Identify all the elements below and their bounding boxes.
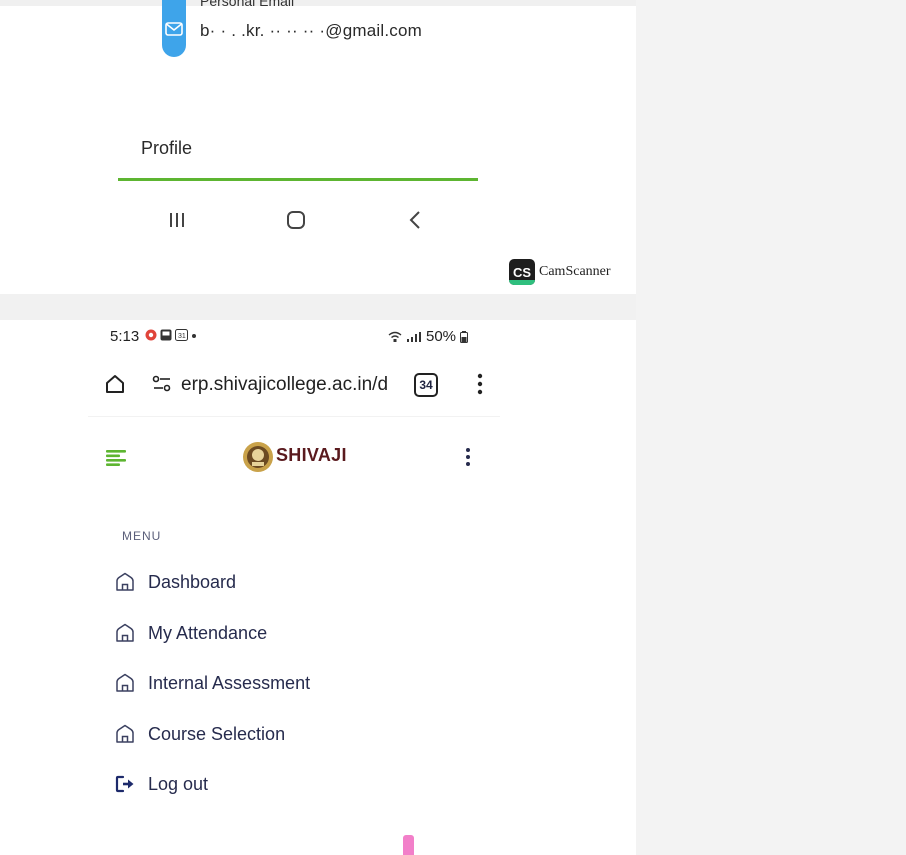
calendar-icon: 31 (175, 329, 188, 341)
back-icon[interactable] (404, 206, 426, 234)
camscanner-watermark: CamScanner (539, 264, 611, 279)
menu-item-my-attendance[interactable]: My Attendance (114, 620, 267, 646)
mail-badge (162, 0, 186, 57)
status-time: 5:13 (110, 328, 140, 345)
status-right: 50% (388, 328, 469, 345)
home-icon[interactable] (285, 206, 307, 234)
menu-item-course-selection[interactable]: Course Selection (114, 721, 285, 747)
hamburger-menu-icon[interactable] (106, 450, 128, 471)
recent-apps-icon[interactable] (166, 206, 188, 234)
email-label: Personal Email (200, 0, 295, 9)
tab-switcher-button[interactable]: 34 (414, 373, 438, 397)
signal-icon (407, 331, 421, 342)
menu-item-dashboard[interactable]: Dashboard (114, 569, 236, 595)
wifi-call-icon (388, 331, 402, 342)
site-settings-icon[interactable] (152, 375, 172, 398)
url-field[interactable]: erp.shivajicollege.ac.in/d (181, 374, 388, 396)
menu-item-internal-assessment[interactable]: Internal Assessment (114, 670, 310, 696)
menu-item-label: Internal Assessment (148, 672, 311, 693)
top-divider (0, 0, 636, 6)
screenshot-gap (0, 294, 636, 320)
browser-home-icon[interactable] (104, 373, 126, 400)
menu-item-label: Dashboard (148, 571, 237, 592)
home-outline-icon (116, 572, 134, 591)
tab-profile[interactable]: Profile (141, 138, 192, 159)
menu-item-label: My Attendance (148, 622, 268, 643)
tab-underline (118, 178, 478, 181)
email-value: b· · . .kr. ·· ·· ·· ·@gmail.com (200, 21, 422, 40)
camscanner-logo: CS (509, 259, 535, 285)
menu-item-log-out[interactable]: Log out (114, 771, 208, 797)
gallery-icon (160, 329, 172, 341)
home-outline-icon (116, 724, 134, 743)
browser-divider (88, 416, 500, 417)
svg-text:31: 31 (178, 333, 186, 340)
notification-app-icon (145, 329, 157, 341)
mail-icon (165, 21, 183, 36)
right-blank-panel (636, 0, 906, 855)
dot-icon (192, 334, 196, 338)
pink-handle (403, 835, 414, 855)
page-menu-icon[interactable] (465, 447, 471, 472)
menu-item-label: Log out (148, 773, 209, 794)
brand-name: SHIVAJI (276, 445, 347, 465)
home-outline-icon (116, 673, 134, 692)
menu-heading: MENU (122, 529, 162, 543)
notification-icons: 31 (145, 329, 197, 341)
home-outline-icon (116, 623, 134, 642)
logout-icon (115, 775, 134, 793)
browser-menu-icon[interactable] (476, 373, 484, 400)
battery-percent: 50% (426, 328, 457, 345)
battery-icon (460, 330, 469, 343)
menu-item-label: Course Selection (148, 723, 286, 744)
college-emblem-icon (242, 440, 274, 479)
